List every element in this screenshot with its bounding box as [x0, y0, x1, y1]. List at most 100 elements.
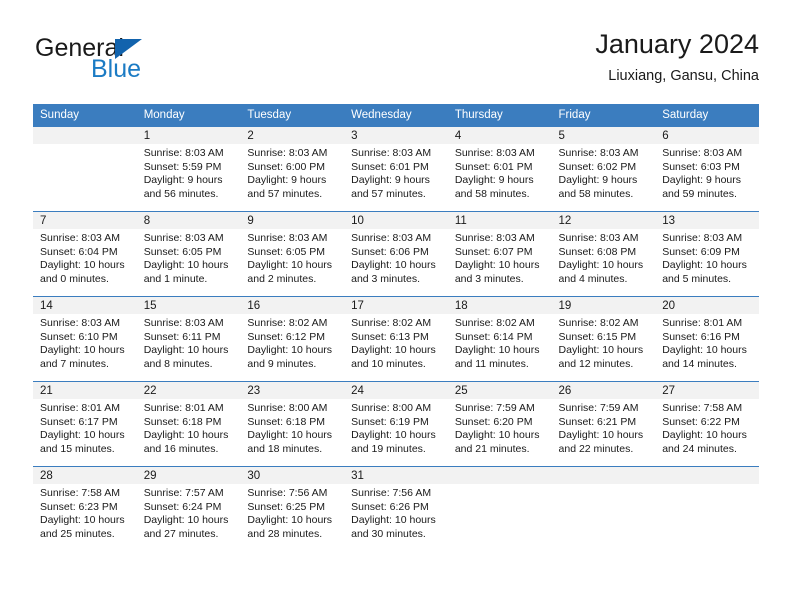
calendar-cell-inner: 9 Sunrise: 8:03 AM Sunset: 6:05 PM Daylight… [240, 212, 345, 296]
calendar-day-cell[interactable]: 20 Sunrise: 8:01 AM Sunset: 6:16 PM Dayligh… [655, 296, 759, 382]
daylight-text-line1: Daylight: 10 hours [247, 429, 333, 442]
daylight-text-line2: and 3 minutes. [454, 272, 524, 285]
daylight-text-line1: Daylight: 10 hours [143, 514, 229, 527]
calendar-cell-inner: 30 Sunrise: 7:56 AM Sunset: 6:25 PM Dayligh… [240, 467, 345, 551]
day-number: 26 [551, 382, 656, 399]
calendar-cell-inner: 27 Sunrise: 7:58 AM Sunset: 6:22 PM Dayligh… [655, 382, 759, 466]
sunrise-text: Sunrise: 8:03 AM [40, 232, 120, 244]
sunrise-text: Sunrise: 8:03 AM [558, 147, 639, 159]
sunrise-text: Sunrise: 8:03 AM [662, 232, 743, 244]
sunset-text: Sunset: 6:21 PM [558, 415, 637, 428]
weekday-header-friday: Friday [551, 104, 656, 127]
sunrise-text: Sunrise: 8:03 AM [662, 147, 743, 159]
calendar-day-cell[interactable]: 29 Sunrise: 7:57 AM Sunset: 6:24 PM Dayligh… [136, 466, 241, 551]
day-number: 11 [447, 212, 552, 229]
calendar-day-cell[interactable]: 27 Sunrise: 7:58 AM Sunset: 6:22 PM Dayligh… [655, 381, 759, 467]
title-block: January 2024 Liuxiang, Gansu, China [595, 28, 759, 86]
daylight-text-line2: and 5 minutes. [662, 272, 732, 285]
daylight-text-line1: Daylight: 9 hours [558, 174, 638, 187]
calendar-cell-inner [447, 467, 552, 551]
day-details: Sunrise: 8:03 AM Sunset: 6:01 PM Daylight:… [448, 144, 552, 201]
daylight-text-line2: and 4 minutes. [558, 272, 628, 285]
day-number [447, 467, 552, 484]
calendar-day-cell[interactable]: 15 Sunrise: 8:03 AM Sunset: 6:11 PM Dayligh… [136, 296, 241, 382]
sunrise-text: Sunrise: 8:02 AM [247, 317, 328, 329]
day-details: Sunrise: 7:58 AM Sunset: 6:23 PM Daylight:… [33, 484, 137, 541]
calendar-day-cell[interactable]: 31 Sunrise: 7:56 AM Sunset: 6:26 PM Dayligh… [344, 466, 448, 551]
calendar-cell-inner: 31 Sunrise: 7:56 AM Sunset: 6:26 PM Dayligh… [344, 467, 448, 551]
day-details: Sunrise: 7:59 AM Sunset: 6:21 PM Daylight:… [552, 399, 656, 456]
sunrise-text: Sunrise: 7:57 AM [143, 487, 224, 499]
calendar-week-row: 21 Sunrise: 8:01 AM Sunset: 6:17 PM Dayligh… [33, 381, 759, 467]
calendar-day-cell[interactable]: 25 Sunrise: 7:59 AM Sunset: 6:20 PM Dayligh… [447, 381, 552, 467]
calendar-day-cell[interactable]: 30 Sunrise: 7:56 AM Sunset: 6:25 PM Dayligh… [240, 466, 345, 551]
calendar-day-cell[interactable]: 10 Sunrise: 8:03 AM Sunset: 6:06 PM Dayligh… [344, 211, 448, 297]
daylight-text-line1: Daylight: 9 hours [662, 174, 742, 187]
calendar-day-cell[interactable]: 18 Sunrise: 8:02 AM Sunset: 6:14 PM Dayligh… [447, 296, 552, 382]
sunset-text: Sunset: 6:02 PM [558, 160, 637, 173]
calendar-cell-inner [655, 467, 759, 551]
daylight-text-line1: Daylight: 10 hours [351, 429, 436, 442]
daylight-text-line2: and 22 minutes. [558, 442, 634, 455]
calendar-cell-inner: 4 Sunrise: 8:03 AM Sunset: 6:01 PM Daylight… [447, 127, 552, 211]
general-blue-logo[interactable]: General Blue [33, 34, 233, 90]
day-details: Sunrise: 8:01 AM Sunset: 6:16 PM Daylight:… [655, 314, 759, 371]
calendar-day-cell[interactable]: 4 Sunrise: 8:03 AM Sunset: 6:01 PM Daylight… [447, 126, 552, 212]
calendar-cell-inner [551, 467, 656, 551]
calendar-day-cell[interactable]: 23 Sunrise: 8:00 AM Sunset: 6:18 PM Dayligh… [240, 381, 345, 467]
calendar-day-cell[interactable]: 12 Sunrise: 8:03 AM Sunset: 6:08 PM Dayligh… [551, 211, 656, 297]
daylight-text-line2: and 7 minutes. [40, 357, 109, 370]
calendar-day-cell[interactable]: 2 Sunrise: 8:03 AM Sunset: 6:00 PM Daylight… [240, 126, 345, 212]
calendar-day-cell[interactable]: 19 Sunrise: 8:02 AM Sunset: 6:15 PM Dayligh… [551, 296, 656, 382]
sunset-text: Sunset: 6:12 PM [247, 330, 326, 343]
day-number: 20 [655, 297, 759, 314]
calendar-day-cell[interactable]: 5 Sunrise: 8:03 AM Sunset: 6:02 PM Daylight… [551, 126, 656, 212]
sunrise-text: Sunrise: 8:03 AM [143, 232, 224, 244]
sunset-text: Sunset: 6:18 PM [247, 415, 326, 428]
calendar-day-cell[interactable]: 16 Sunrise: 8:02 AM Sunset: 6:12 PM Dayligh… [240, 296, 345, 382]
calendar-day-cell[interactable]: 13 Sunrise: 8:03 AM Sunset: 6:09 PM Dayligh… [655, 211, 759, 297]
calendar-day-cell[interactable]: 22 Sunrise: 8:01 AM Sunset: 6:18 PM Dayligh… [136, 381, 241, 467]
day-number: 31 [344, 467, 448, 484]
sunset-text: Sunset: 6:05 PM [247, 245, 326, 258]
calendar-day-cell[interactable]: 26 Sunrise: 7:59 AM Sunset: 6:21 PM Dayligh… [551, 381, 656, 467]
calendar-cell-inner: 5 Sunrise: 8:03 AM Sunset: 6:02 PM Daylight… [551, 127, 656, 211]
weekday-header-sunday: Sunday [33, 104, 137, 127]
calendar-day-cell[interactable]: 21 Sunrise: 8:01 AM Sunset: 6:17 PM Dayligh… [33, 381, 137, 467]
calendar-day-cell[interactable]: 11 Sunrise: 8:03 AM Sunset: 6:07 PM Dayligh… [447, 211, 552, 297]
day-details: Sunrise: 8:03 AM Sunset: 6:09 PM Daylight:… [655, 229, 759, 286]
daylight-text-line2: and 57 minutes. [247, 187, 323, 200]
calendar-day-cell[interactable]: 28 Sunrise: 7:58 AM Sunset: 6:23 PM Dayligh… [33, 466, 137, 551]
day-number: 10 [344, 212, 448, 229]
sunset-text: Sunset: 6:01 PM [454, 160, 533, 173]
calendar-day-cell[interactable]: 6 Sunrise: 8:03 AM Sunset: 6:03 PM Daylight… [655, 126, 759, 212]
calendar-cell-inner: 13 Sunrise: 8:03 AM Sunset: 6:09 PM Dayligh… [655, 212, 759, 296]
calendar-cell-inner: 11 Sunrise: 8:03 AM Sunset: 6:07 PM Dayligh… [447, 212, 552, 296]
sunset-text: Sunset: 6:17 PM [40, 415, 118, 428]
day-details: Sunrise: 7:58 AM Sunset: 6:22 PM Daylight:… [655, 399, 759, 456]
sunrise-text: Sunrise: 7:58 AM [662, 402, 743, 414]
calendar-day-cell[interactable]: 24 Sunrise: 8:00 AM Sunset: 6:19 PM Dayligh… [344, 381, 448, 467]
calendar-cell-inner: 6 Sunrise: 8:03 AM Sunset: 6:03 PM Daylight… [655, 127, 759, 211]
daylight-text-line1: Daylight: 10 hours [143, 429, 229, 442]
calendar-day-cell[interactable]: 9 Sunrise: 8:03 AM Sunset: 6:05 PM Daylight… [240, 211, 345, 297]
day-details: Sunrise: 8:03 AM Sunset: 6:03 PM Daylight:… [655, 144, 759, 201]
calendar-day-cell[interactable]: 14 Sunrise: 8:03 AM Sunset: 6:10 PM Dayligh… [33, 296, 137, 382]
day-number: 27 [655, 382, 759, 399]
calendar-day-cell[interactable]: 7 Sunrise: 8:03 AM Sunset: 6:04 PM Daylight… [33, 211, 137, 297]
sunset-text: Sunset: 6:11 PM [143, 330, 221, 343]
calendar-day-cell[interactable]: 1 Sunrise: 8:03 AM Sunset: 5:59 PM Daylight… [136, 126, 241, 212]
sunrise-text: Sunrise: 8:03 AM [143, 317, 224, 329]
day-details: Sunrise: 8:02 AM Sunset: 6:14 PM Daylight:… [448, 314, 552, 371]
sunrise-text: Sunrise: 7:59 AM [558, 402, 639, 414]
day-details: Sunrise: 8:02 AM Sunset: 6:12 PM Daylight:… [240, 314, 344, 371]
day-number: 1 [136, 127, 241, 144]
calendar-cell-empty [551, 466, 656, 551]
calendar-day-cell[interactable]: 3 Sunrise: 8:03 AM Sunset: 6:01 PM Daylight… [344, 126, 448, 212]
calendar-day-cell[interactable]: 8 Sunrise: 8:03 AM Sunset: 6:05 PM Daylight… [136, 211, 241, 297]
calendar-day-cell[interactable]: 17 Sunrise: 8:02 AM Sunset: 6:13 PM Dayligh… [344, 296, 448, 382]
sunrise-text: Sunrise: 8:00 AM [351, 402, 432, 414]
daylight-text-line2: and 9 minutes. [247, 357, 317, 370]
calendar-cell-inner: 12 Sunrise: 8:03 AM Sunset: 6:08 PM Dayligh… [551, 212, 656, 296]
calendar-week-row: 7 Sunrise: 8:03 AM Sunset: 6:04 PM Daylight… [33, 211, 759, 297]
